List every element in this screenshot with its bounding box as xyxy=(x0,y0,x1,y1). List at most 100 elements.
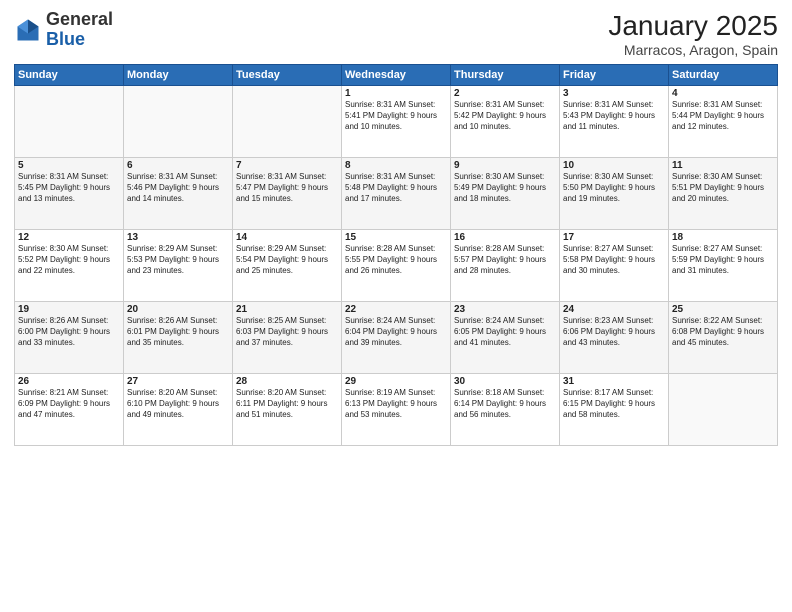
header: General Blue January 2025 Marracos, Arag… xyxy=(14,10,778,58)
day-content: Sunrise: 8:27 AM Sunset: 5:58 PM Dayligh… xyxy=(563,244,665,276)
day-number: 7 xyxy=(236,160,338,171)
day-content: Sunrise: 8:29 AM Sunset: 5:53 PM Dayligh… xyxy=(127,244,229,276)
title-block: January 2025 Marracos, Aragon, Spain xyxy=(608,10,778,58)
calendar-cell: 13Sunrise: 8:29 AM Sunset: 5:53 PM Dayli… xyxy=(124,230,233,302)
calendar-cell: 23Sunrise: 8:24 AM Sunset: 6:05 PM Dayli… xyxy=(451,302,560,374)
week-row-3: 19Sunrise: 8:26 AM Sunset: 6:00 PM Dayli… xyxy=(15,302,778,374)
day-content: Sunrise: 8:20 AM Sunset: 6:10 PM Dayligh… xyxy=(127,388,229,420)
day-content: Sunrise: 8:31 AM Sunset: 5:45 PM Dayligh… xyxy=(18,172,120,204)
calendar-cell: 12Sunrise: 8:30 AM Sunset: 5:52 PM Dayli… xyxy=(15,230,124,302)
day-content: Sunrise: 8:21 AM Sunset: 6:09 PM Dayligh… xyxy=(18,388,120,420)
week-row-4: 26Sunrise: 8:21 AM Sunset: 6:09 PM Dayli… xyxy=(15,374,778,446)
day-number: 21 xyxy=(236,304,338,315)
day-content: Sunrise: 8:29 AM Sunset: 5:54 PM Dayligh… xyxy=(236,244,338,276)
calendar-cell: 2Sunrise: 8:31 AM Sunset: 5:42 PM Daylig… xyxy=(451,86,560,158)
page: General Blue January 2025 Marracos, Arag… xyxy=(0,0,792,612)
day-number: 25 xyxy=(672,304,774,315)
calendar-cell: 21Sunrise: 8:25 AM Sunset: 6:03 PM Dayli… xyxy=(233,302,342,374)
calendar-cell: 11Sunrise: 8:30 AM Sunset: 5:51 PM Dayli… xyxy=(669,158,778,230)
calendar-cell: 19Sunrise: 8:26 AM Sunset: 6:00 PM Dayli… xyxy=(15,302,124,374)
calendar-cell xyxy=(124,86,233,158)
logo: General Blue xyxy=(14,10,113,50)
day-content: Sunrise: 8:26 AM Sunset: 6:00 PM Dayligh… xyxy=(18,316,120,348)
weekday-header-sunday: Sunday xyxy=(15,65,124,86)
day-number: 4 xyxy=(672,88,774,99)
day-number: 14 xyxy=(236,232,338,243)
calendar-cell: 15Sunrise: 8:28 AM Sunset: 5:55 PM Dayli… xyxy=(342,230,451,302)
month-year: January 2025 xyxy=(608,10,778,42)
day-number: 23 xyxy=(454,304,556,315)
weekday-header-row: SundayMondayTuesdayWednesdayThursdayFrid… xyxy=(15,65,778,86)
day-content: Sunrise: 8:31 AM Sunset: 5:43 PM Dayligh… xyxy=(563,100,665,132)
week-row-2: 12Sunrise: 8:30 AM Sunset: 5:52 PM Dayli… xyxy=(15,230,778,302)
day-number: 8 xyxy=(345,160,447,171)
day-content: Sunrise: 8:24 AM Sunset: 6:04 PM Dayligh… xyxy=(345,316,447,348)
day-number: 28 xyxy=(236,376,338,387)
weekday-header-monday: Monday xyxy=(124,65,233,86)
calendar-cell: 30Sunrise: 8:18 AM Sunset: 6:14 PM Dayli… xyxy=(451,374,560,446)
day-number: 19 xyxy=(18,304,120,315)
calendar-cell: 25Sunrise: 8:22 AM Sunset: 6:08 PM Dayli… xyxy=(669,302,778,374)
weekday-header-wednesday: Wednesday xyxy=(342,65,451,86)
weekday-header-saturday: Saturday xyxy=(669,65,778,86)
calendar-cell: 16Sunrise: 8:28 AM Sunset: 5:57 PM Dayli… xyxy=(451,230,560,302)
calendar-cell: 6Sunrise: 8:31 AM Sunset: 5:46 PM Daylig… xyxy=(124,158,233,230)
calendar-cell: 20Sunrise: 8:26 AM Sunset: 6:01 PM Dayli… xyxy=(124,302,233,374)
week-row-0: 1Sunrise: 8:31 AM Sunset: 5:41 PM Daylig… xyxy=(15,86,778,158)
day-content: Sunrise: 8:30 AM Sunset: 5:50 PM Dayligh… xyxy=(563,172,665,204)
calendar-cell: 9Sunrise: 8:30 AM Sunset: 5:49 PM Daylig… xyxy=(451,158,560,230)
day-number: 31 xyxy=(563,376,665,387)
calendar-cell: 3Sunrise: 8:31 AM Sunset: 5:43 PM Daylig… xyxy=(560,86,669,158)
day-number: 13 xyxy=(127,232,229,243)
calendar-cell xyxy=(15,86,124,158)
day-content: Sunrise: 8:28 AM Sunset: 5:57 PM Dayligh… xyxy=(454,244,556,276)
day-content: Sunrise: 8:25 AM Sunset: 6:03 PM Dayligh… xyxy=(236,316,338,348)
day-content: Sunrise: 8:27 AM Sunset: 5:59 PM Dayligh… xyxy=(672,244,774,276)
day-number: 15 xyxy=(345,232,447,243)
day-number: 10 xyxy=(563,160,665,171)
day-number: 11 xyxy=(672,160,774,171)
day-content: Sunrise: 8:31 AM Sunset: 5:47 PM Dayligh… xyxy=(236,172,338,204)
weekday-header-tuesday: Tuesday xyxy=(233,65,342,86)
calendar-cell: 31Sunrise: 8:17 AM Sunset: 6:15 PM Dayli… xyxy=(560,374,669,446)
day-number: 30 xyxy=(454,376,556,387)
day-content: Sunrise: 8:23 AM Sunset: 6:06 PM Dayligh… xyxy=(563,316,665,348)
day-number: 18 xyxy=(672,232,774,243)
day-number: 29 xyxy=(345,376,447,387)
calendar-cell: 5Sunrise: 8:31 AM Sunset: 5:45 PM Daylig… xyxy=(15,158,124,230)
day-number: 16 xyxy=(454,232,556,243)
week-row-1: 5Sunrise: 8:31 AM Sunset: 5:45 PM Daylig… xyxy=(15,158,778,230)
day-content: Sunrise: 8:22 AM Sunset: 6:08 PM Dayligh… xyxy=(672,316,774,348)
day-number: 3 xyxy=(563,88,665,99)
calendar-cell: 10Sunrise: 8:30 AM Sunset: 5:50 PM Dayli… xyxy=(560,158,669,230)
day-content: Sunrise: 8:24 AM Sunset: 6:05 PM Dayligh… xyxy=(454,316,556,348)
calendar-cell xyxy=(669,374,778,446)
day-number: 26 xyxy=(18,376,120,387)
day-number: 6 xyxy=(127,160,229,171)
day-content: Sunrise: 8:20 AM Sunset: 6:11 PM Dayligh… xyxy=(236,388,338,420)
day-content: Sunrise: 8:31 AM Sunset: 5:41 PM Dayligh… xyxy=(345,100,447,132)
day-content: Sunrise: 8:31 AM Sunset: 5:42 PM Dayligh… xyxy=(454,100,556,132)
day-content: Sunrise: 8:31 AM Sunset: 5:44 PM Dayligh… xyxy=(672,100,774,132)
logo-blue-text: Blue xyxy=(46,29,85,49)
calendar-cell: 8Sunrise: 8:31 AM Sunset: 5:48 PM Daylig… xyxy=(342,158,451,230)
day-number: 5 xyxy=(18,160,120,171)
logo-icon xyxy=(14,16,42,44)
day-content: Sunrise: 8:30 AM Sunset: 5:49 PM Dayligh… xyxy=(454,172,556,204)
day-number: 2 xyxy=(454,88,556,99)
location: Marracos, Aragon, Spain xyxy=(608,42,778,58)
day-number: 27 xyxy=(127,376,229,387)
calendar-cell: 4Sunrise: 8:31 AM Sunset: 5:44 PM Daylig… xyxy=(669,86,778,158)
calendar-cell: 22Sunrise: 8:24 AM Sunset: 6:04 PM Dayli… xyxy=(342,302,451,374)
day-number: 20 xyxy=(127,304,229,315)
calendar-cell: 18Sunrise: 8:27 AM Sunset: 5:59 PM Dayli… xyxy=(669,230,778,302)
day-content: Sunrise: 8:31 AM Sunset: 5:48 PM Dayligh… xyxy=(345,172,447,204)
day-number: 12 xyxy=(18,232,120,243)
calendar-cell: 17Sunrise: 8:27 AM Sunset: 5:58 PM Dayli… xyxy=(560,230,669,302)
day-content: Sunrise: 8:26 AM Sunset: 6:01 PM Dayligh… xyxy=(127,316,229,348)
weekday-header-friday: Friday xyxy=(560,65,669,86)
calendar-cell: 24Sunrise: 8:23 AM Sunset: 6:06 PM Dayli… xyxy=(560,302,669,374)
day-content: Sunrise: 8:30 AM Sunset: 5:52 PM Dayligh… xyxy=(18,244,120,276)
calendar-cell: 14Sunrise: 8:29 AM Sunset: 5:54 PM Dayli… xyxy=(233,230,342,302)
logo-text: General Blue xyxy=(46,10,113,50)
